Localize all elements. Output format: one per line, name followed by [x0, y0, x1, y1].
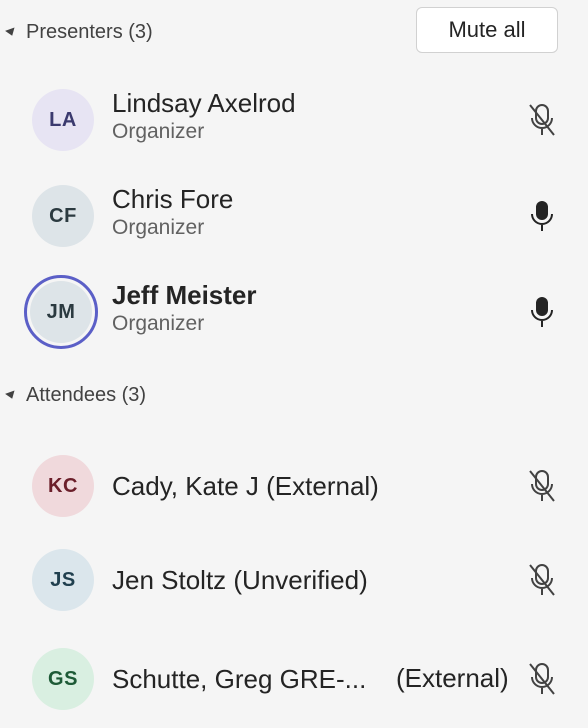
participant-row[interactable]: CF Chris Fore Organizer	[0, 171, 588, 261]
microphone-icon[interactable]	[526, 292, 558, 332]
participant-name: Jeff Meister	[112, 280, 257, 310]
presenters-header-label: Presenters (3)	[26, 20, 153, 43]
participant-name: Cady, Kate J (External)	[112, 471, 379, 501]
participant-row[interactable]: LA Lindsay Axelrod Organizer	[0, 75, 588, 165]
participant-name: Chris Fore	[112, 184, 234, 214]
avatar: JM	[30, 281, 92, 343]
participant-row[interactable]: GS Schutte, Greg GRE-... (External)	[0, 634, 588, 724]
avatar: JS	[32, 549, 94, 611]
avatar: CF	[32, 185, 94, 247]
participant-name: Jen Stoltz (Unverified)	[112, 565, 368, 595]
avatar-speaking: JM	[24, 275, 98, 349]
microphone-off-icon[interactable]	[526, 100, 558, 140]
presenters-section-header[interactable]: Presenters (3)	[0, 17, 153, 47]
participant-row[interactable]: KC Cady, Kate J (External)	[0, 441, 588, 531]
participant-row[interactable]: JM Jeff Meister Organizer	[0, 267, 588, 357]
avatar: LA	[32, 89, 94, 151]
participant-name: Schutte, Greg GRE-...	[112, 664, 367, 694]
participant-name: Lindsay Axelrod	[112, 88, 296, 118]
mute-all-button[interactable]: Mute all	[416, 7, 558, 53]
microphone-off-icon[interactable]	[526, 466, 558, 506]
participant-row[interactable]: JS Jen Stoltz (Unverified)	[0, 535, 588, 625]
microphone-off-icon[interactable]	[526, 560, 558, 600]
participant-role: Organizer	[112, 216, 205, 239]
attendees-section-header[interactable]: Attendees (3)	[0, 380, 146, 410]
caret-down-icon	[5, 390, 17, 400]
participant-role: Organizer	[112, 120, 205, 143]
participant-role: Organizer	[112, 312, 205, 335]
microphone-icon[interactable]	[526, 196, 558, 236]
avatar: KC	[32, 455, 94, 517]
microphone-off-icon[interactable]	[526, 659, 558, 699]
avatar: GS	[32, 648, 94, 710]
participant-external-suffix: (External)	[396, 663, 509, 693]
attendees-header-label: Attendees (3)	[26, 383, 147, 406]
caret-down-icon	[5, 27, 17, 37]
